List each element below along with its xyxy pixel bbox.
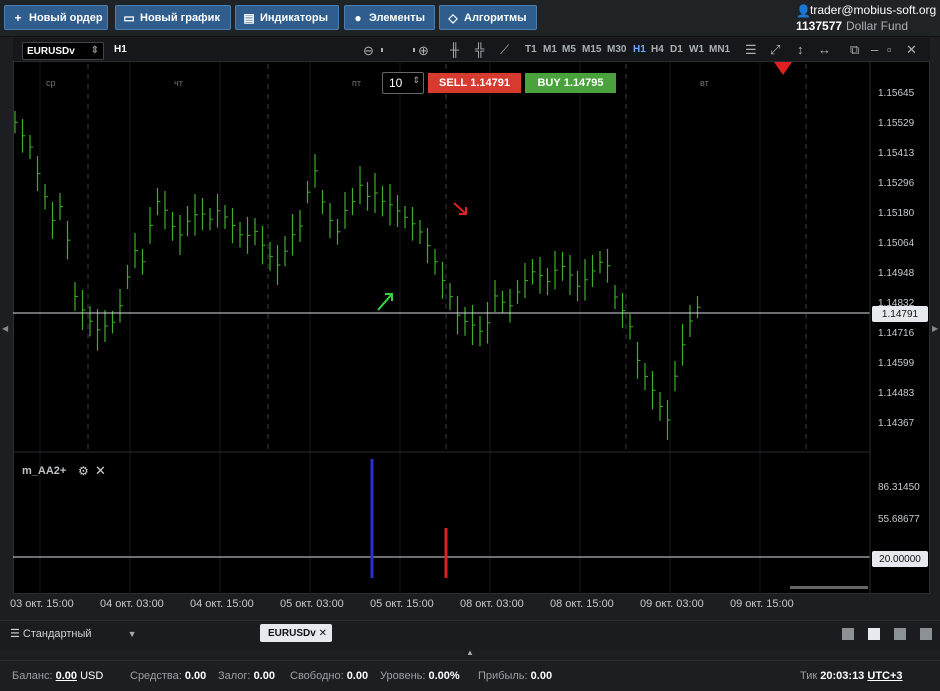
time-tick: 05 окт. 15:00	[370, 598, 434, 610]
sell-label: SELL	[439, 77, 468, 89]
layout-rows-icon[interactable]	[920, 628, 932, 640]
margin-label: Залог:	[218, 670, 251, 682]
layout-single-icon[interactable]	[842, 628, 854, 640]
price-tick: 1.15064	[878, 238, 915, 249]
timeframe-d1[interactable]: D1	[670, 44, 683, 55]
balance-value: 0.00	[55, 670, 77, 682]
time-tick: 09 окт. 15:00	[730, 598, 794, 610]
current-price-tag: 1.14791	[872, 306, 928, 322]
indicator-level-tag: 20.00000	[872, 551, 928, 567]
day-label: вт	[700, 78, 709, 88]
price-tick: 1.14483	[878, 388, 915, 399]
funds-value: 0.00	[184, 670, 207, 682]
time-tick: 03 окт. 15:00	[10, 598, 74, 610]
chart-canvas[interactable]	[0, 0, 940, 690]
level-value: 0.00%	[428, 670, 460, 682]
stepper-arrows-icon[interactable]: ⇕	[412, 75, 420, 86]
right-collapse-icon[interactable]: ▶	[932, 324, 938, 333]
sell-price: 1.14791	[470, 77, 510, 89]
layout-grid-icon[interactable]	[868, 628, 880, 640]
timeframe-m1[interactable]: M1	[543, 44, 557, 55]
timeframe-h1[interactable]: H1	[633, 44, 646, 55]
day-label: пт	[352, 78, 361, 88]
scroll-marker-icon[interactable]	[774, 62, 792, 75]
chart-tab[interactable]: EURUSDv ✕	[260, 624, 332, 642]
time-tick: 05 окт. 03:00	[280, 598, 344, 610]
buy-label: BUY	[537, 77, 561, 89]
currency: USD	[80, 670, 104, 682]
close-indicator-icon[interactable]: ✕	[95, 463, 106, 479]
profit-status: Прибыль: 0.00	[478, 670, 552, 682]
buy-price: 1.14795	[563, 77, 604, 89]
time-tick: 08 окт. 15:00	[550, 598, 614, 610]
sell-button[interactable]: SELL 1.14791	[428, 73, 521, 93]
sell-arrow-icon	[453, 202, 467, 215]
level-label: Уровень:	[380, 670, 426, 682]
quantity-value: 10	[389, 76, 403, 90]
price-tick: 1.15296	[878, 178, 915, 189]
margin-value: 0.00	[253, 670, 275, 682]
price-tick: 1.14948	[878, 268, 915, 279]
tick-label: Тик	[800, 670, 818, 682]
free-status: Свободно: 0.00	[290, 670, 368, 682]
timeframe-m15[interactable]: M15	[582, 44, 601, 55]
workspace-bar	[0, 620, 940, 649]
menu-icon: ☰	[10, 628, 23, 640]
timeframe-m5[interactable]: M5	[562, 44, 576, 55]
horizontal-scrollbar[interactable]	[790, 586, 868, 589]
balance-status: Баланс: 0.00 USD	[12, 670, 103, 682]
indicator-tick: 86.31450	[878, 482, 920, 493]
day-label: чт	[174, 78, 183, 88]
chevron-down-icon: ▼	[127, 629, 137, 639]
time-tick: 04 окт. 03:00	[100, 598, 164, 610]
time-tick: 09 окт. 03:00	[640, 598, 704, 610]
timeframe-m30[interactable]: M30	[607, 44, 626, 55]
level-status: Уровень: 0.00%	[380, 670, 460, 682]
gear-icon[interactable]: ⚙	[78, 464, 89, 478]
workspace-label: Стандартный	[22, 628, 92, 640]
price-tick: 1.14599	[878, 358, 915, 369]
price-tick: 1.15529	[878, 118, 915, 129]
day-label: ср	[46, 78, 56, 88]
funds-status: Средства: 0.00	[130, 670, 206, 682]
profit-label: Прибыль:	[478, 670, 528, 682]
expand-panel-icon[interactable]: ▲	[466, 648, 474, 657]
timeframe-mn1[interactable]: MN1	[709, 44, 730, 55]
left-collapse-icon[interactable]: ◀	[2, 324, 8, 333]
profit-value: 0.00	[530, 670, 553, 682]
time-value: 20:03:13	[820, 670, 865, 682]
server-time: Тик 20:03:13 UTC+3	[800, 670, 903, 682]
workspace-select[interactable]: ☰ Стандартный ▼	[10, 627, 136, 640]
time-tick: 04 окт. 15:00	[190, 598, 254, 610]
timeframe-h4[interactable]: H4	[651, 44, 664, 55]
buy-button[interactable]: BUY 1.14795	[525, 73, 616, 93]
price-tick: 1.15180	[878, 208, 915, 219]
buy-arrow-icon	[377, 293, 393, 311]
price-tick: 1.15645	[878, 88, 915, 99]
chart-tab-label: EURUSDv	[268, 627, 316, 639]
timeframe-t1[interactable]: T1	[525, 44, 537, 55]
balance-label: Баланс:	[12, 670, 53, 682]
price-tick: 1.14367	[878, 418, 915, 429]
margin-status: Залог: 0.00	[218, 670, 275, 682]
price-tick: 1.15413	[878, 148, 915, 159]
funds-label: Средства:	[130, 670, 182, 682]
layout-columns-icon[interactable]	[894, 628, 906, 640]
timeframe-w1[interactable]: W1	[689, 44, 704, 55]
time-tick: 08 окт. 03:00	[460, 598, 524, 610]
price-tick: 1.14716	[878, 328, 915, 339]
timezone: UTC+3	[867, 670, 903, 682]
indicator-name: m_AA2+	[22, 465, 67, 477]
indicator-tick: 55.68677	[878, 514, 920, 525]
close-tab-icon[interactable]: ✕	[319, 628, 327, 639]
free-label: Свободно:	[290, 670, 344, 682]
quantity-stepper[interactable]: 10 ⇕	[382, 72, 424, 94]
free-value: 0.00	[346, 670, 369, 682]
